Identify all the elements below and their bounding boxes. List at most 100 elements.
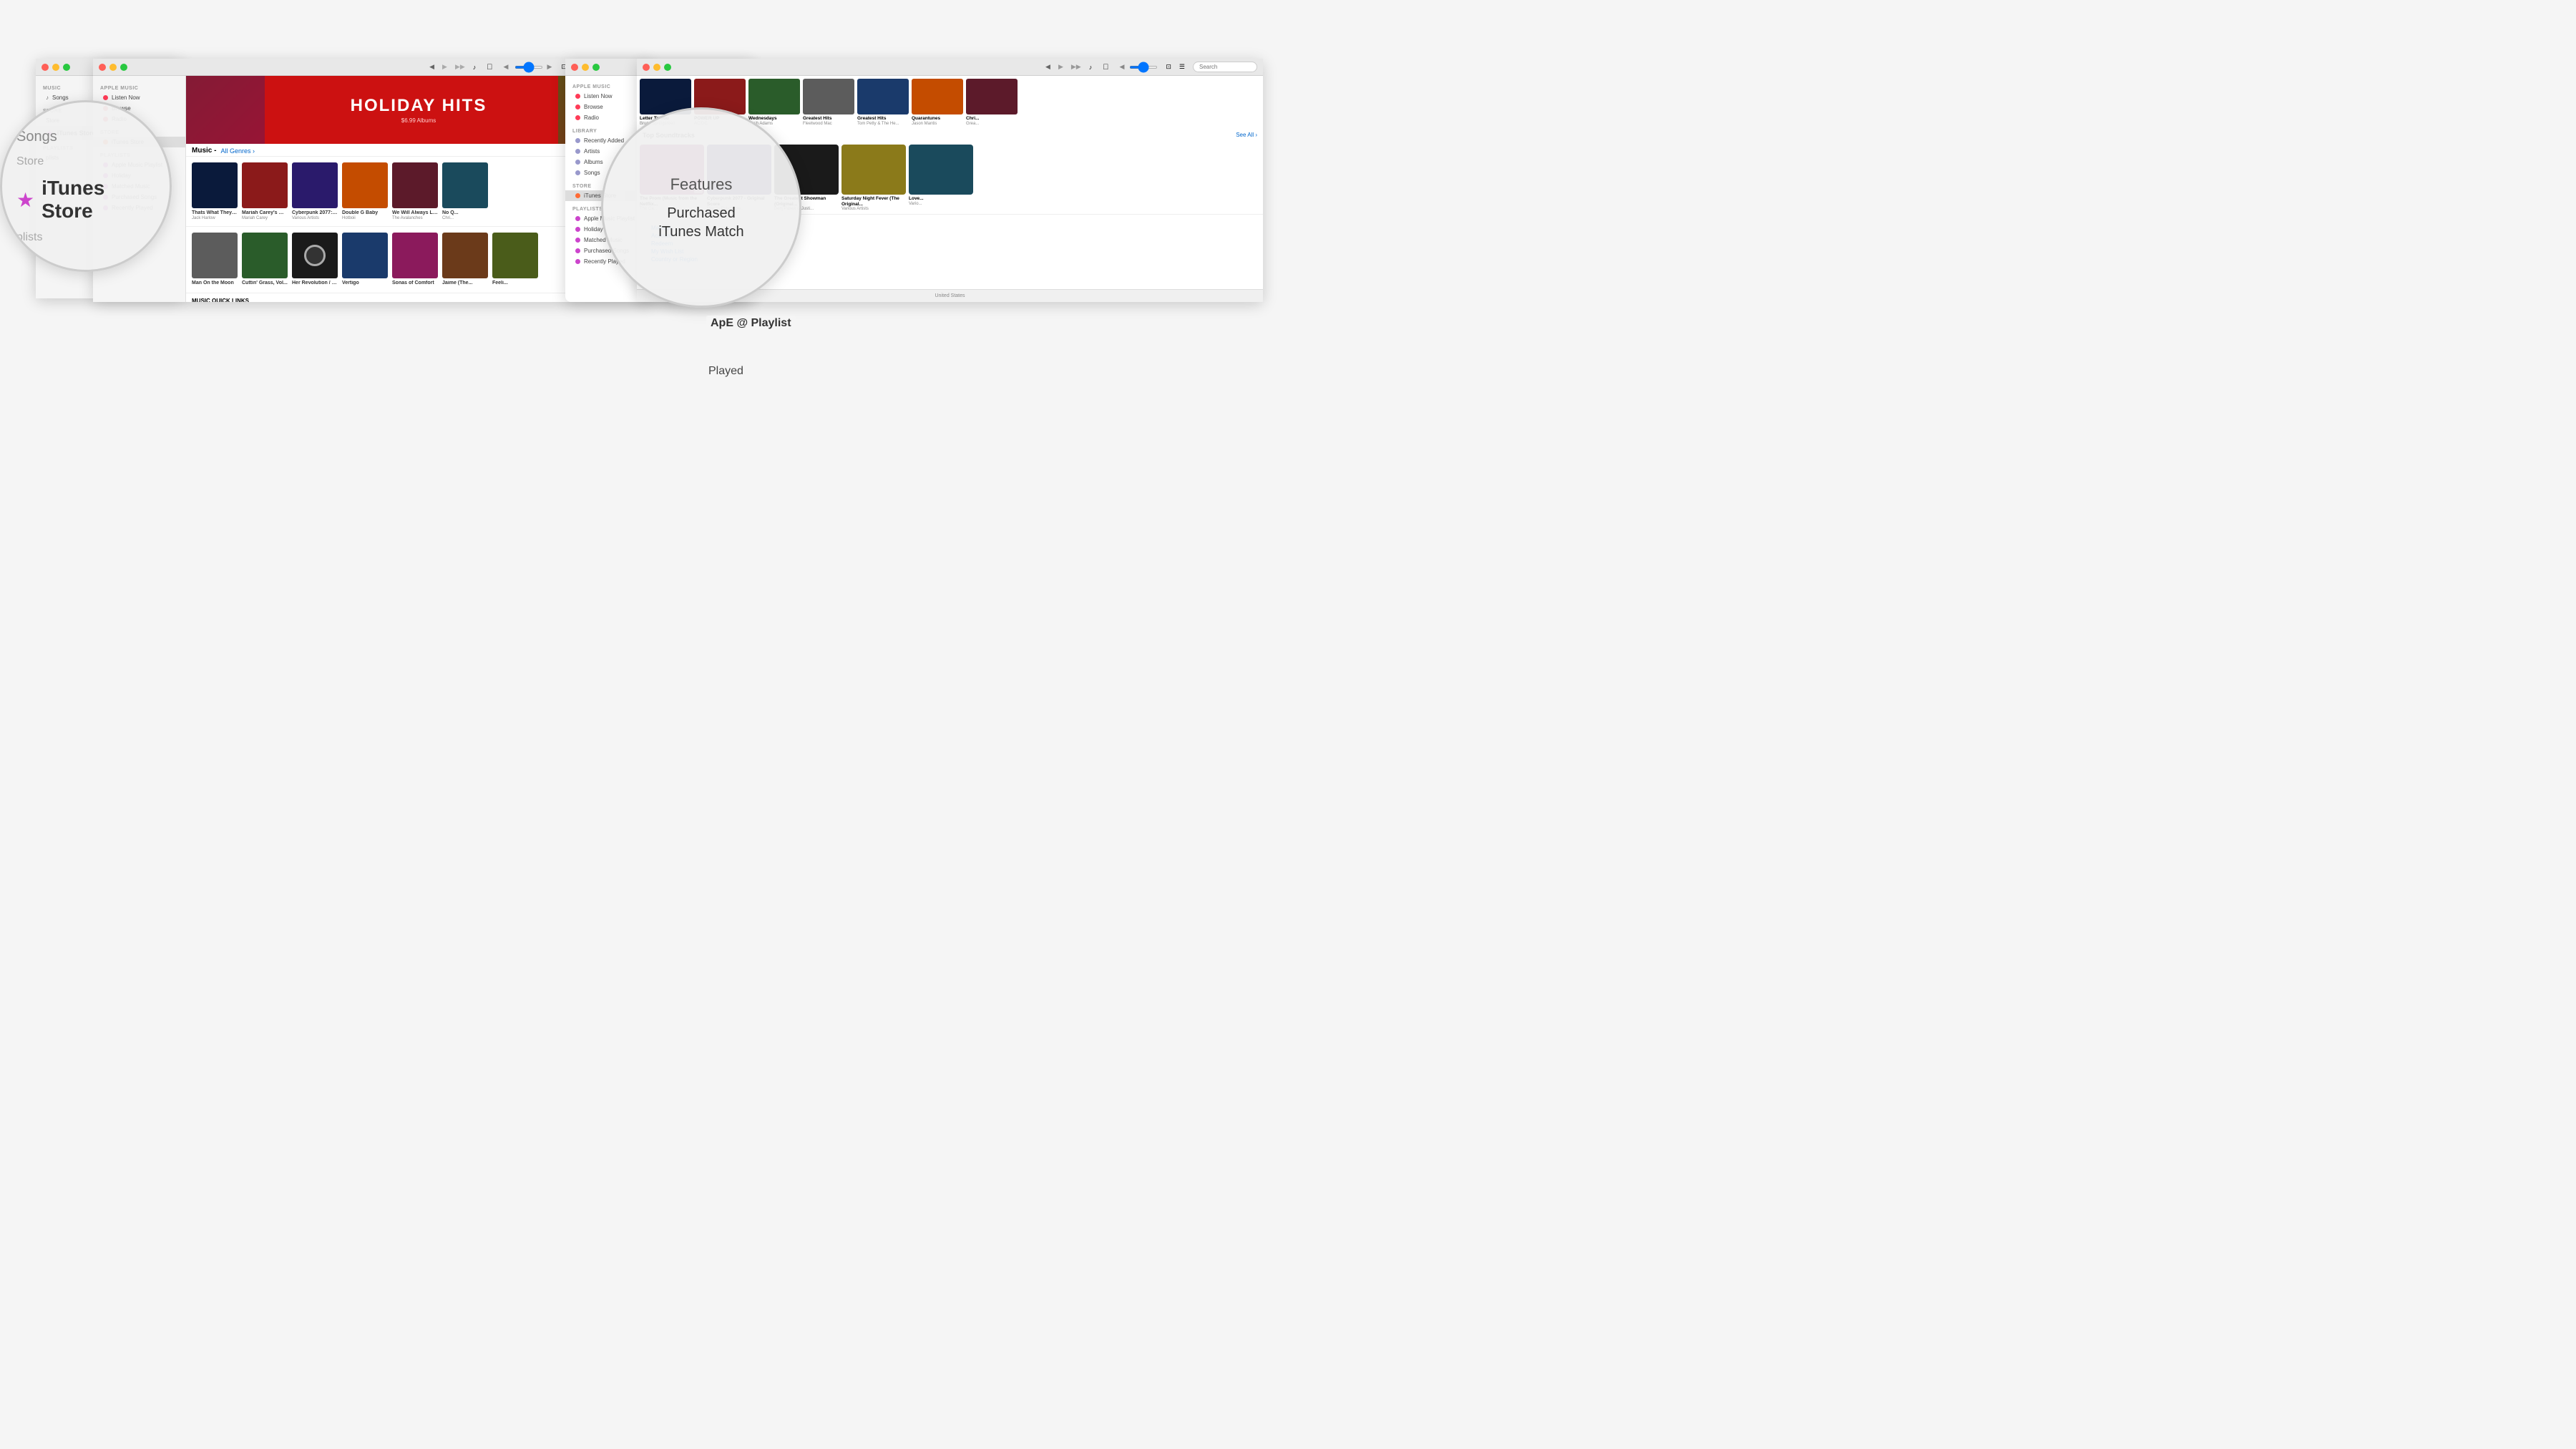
mag-songs-label: Songs — [16, 127, 57, 147]
back-icon-4[interactable]: ◀ — [1045, 63, 1050, 71]
recently-added-dot — [575, 138, 580, 143]
album-cover-9 — [292, 233, 338, 278]
albums-dot — [575, 160, 580, 165]
close-button-2[interactable] — [99, 64, 106, 71]
album-cover-2 — [242, 162, 288, 208]
soundtrack-love[interactable]: Love... Vario... — [909, 145, 973, 212]
minimize-button-3[interactable] — [582, 64, 589, 71]
see-all-soundtracks[interactable]: See All › — [1236, 132, 1257, 138]
mag-playlists-label: plists — [16, 230, 42, 245]
album-jaime[interactable]: Jaime (The... — [442, 233, 488, 286]
album-mariah-carey[interactable]: Mariah Carey's Magical Christmas... Mari… — [242, 162, 288, 220]
top-album-wednesdays[interactable]: Wednesdays Rush Adams — [748, 79, 800, 126]
volume-max-icon: ▶ — [547, 63, 552, 71]
all-genres[interactable]: All Genres › — [220, 147, 255, 155]
album-cover-6 — [442, 162, 488, 208]
mag-purchased-label: Purchased — [667, 203, 736, 224]
album-cover-11 — [392, 233, 438, 278]
top-album-chri[interactable]: Chri... Grea... — [966, 79, 1018, 126]
fwd-icon-4[interactable]: ▶ — [1058, 63, 1063, 71]
album-her-revolution[interactable]: Her Revolution / His... — [292, 233, 338, 286]
songs-dot — [575, 170, 580, 175]
minimize-button-2[interactable] — [109, 64, 117, 71]
holiday-sub: $6.99 Albums — [351, 117, 487, 124]
album-thats-what-they-all-say[interactable]: Thats What They All Say Jack Harlow — [192, 162, 238, 220]
browse-dot-3 — [575, 104, 580, 109]
album-man-on-moon[interactable]: Man On the Moon — [192, 233, 238, 286]
album-no-q[interactable]: No Q... Chri... — [442, 162, 488, 220]
ape-playlist-overlay: ApE @ Playlist — [706, 316, 796, 331]
maximize-button-3[interactable] — [592, 64, 600, 71]
album-cuttin-grass[interactable]: Cuttin' Grass, Vol... — [242, 233, 288, 286]
album-cyberpunk[interactable]: Cyberpunk 2077: Radio, Vol. 1... Various… — [292, 162, 338, 220]
album-cover-12 — [442, 233, 488, 278]
close-button-3[interactable] — [571, 64, 578, 71]
top-cover-4 — [803, 79, 854, 114]
skip-icon-4[interactable]: ▶▶ — [1071, 63, 1081, 71]
listen-now-dot — [103, 95, 108, 100]
apple-icon-4:  — [1103, 63, 1108, 72]
footer-country: United States — [935, 293, 965, 298]
music-note-icon-4: ♪ — [1089, 64, 1093, 71]
soundtrack-cover-5 — [909, 145, 973, 195]
maximize-button-2[interactable] — [120, 64, 127, 71]
top-cover-3 — [748, 79, 800, 114]
magnify-circle-right: Features Purchased iTunes Match — [601, 107, 801, 308]
album-cover-3 — [292, 162, 338, 208]
maximize-button-4[interactable] — [664, 64, 671, 71]
album-cover-13 — [492, 233, 538, 278]
maximize-button-1[interactable] — [63, 64, 70, 71]
top-cover-6 — [912, 79, 963, 114]
top-album-greatest-hits-tp[interactable]: Greatest Hits Tom Petty & The He... — [857, 79, 909, 126]
mag-right-content: Features Purchased iTunes Match — [603, 161, 799, 255]
top-album-quarantunes[interactable]: Quarantunes Jason Mantis — [912, 79, 963, 126]
search-input-4[interactable] — [1193, 62, 1257, 72]
volume-slider-4[interactable] — [1129, 66, 1158, 69]
close-button-4[interactable] — [643, 64, 650, 71]
top-cover-5 — [857, 79, 909, 114]
magnify-circle-left: Songs Store ★ iTunes Store plists — [0, 100, 172, 272]
app2-section-apple-music: Apple Music — [93, 80, 185, 92]
album-sonas-of-comfort[interactable]: Sonas of Comfort — [392, 233, 438, 286]
album-vertigo[interactable]: Vertigo — [342, 233, 388, 286]
sidebar-listen-now[interactable]: Listen Now — [93, 92, 185, 103]
album-cover-10 — [342, 233, 388, 278]
forward-icon[interactable]: ▶ — [442, 63, 447, 71]
mag-itunes-store-label: iTunes Store — [42, 177, 155, 223]
top-album-greatest-hits-fm[interactable]: Greatest Hits Fleetwood Mac — [803, 79, 854, 126]
holiday-title: HOLIDAY HITS — [351, 96, 487, 116]
minimize-button-4[interactable] — [653, 64, 660, 71]
airplay-icon-4[interactable]: ⊡ — [1166, 63, 1171, 71]
matched-dot — [575, 238, 580, 243]
album-cover-1 — [192, 162, 238, 208]
album-we-will-always[interactable]: We Will Always Love You The Avalanches — [392, 162, 438, 220]
music-note-icon: ♪ — [473, 64, 477, 71]
mag-star-icon: ★ — [16, 188, 34, 212]
album-feelin[interactable]: Feeli... — [492, 233, 538, 286]
purchased-dot — [575, 248, 580, 253]
soundtrack-saturday-night-fever[interactable]: Saturday Night Fever (The Original... Va… — [841, 145, 906, 212]
back-icon[interactable]: ◀ — [429, 63, 434, 71]
amp-dot — [575, 216, 580, 221]
artists-dot — [575, 149, 580, 154]
soundtrack-cover-4 — [841, 145, 906, 195]
music-heading: Music - — [192, 147, 216, 155]
album-cover-4 — [342, 162, 388, 208]
album-cover-7 — [192, 233, 238, 278]
store-dot-3 — [575, 193, 580, 198]
radio-dot-3 — [575, 115, 580, 120]
album-double-g-baby[interactable]: Double G Baby Hotboii — [342, 162, 388, 220]
album-cover-8 — [242, 233, 288, 278]
list-icon-4[interactable]: ☰ — [1179, 63, 1185, 71]
title-bar-4: ◀ ▶ ▶▶ ♪  ◀ ⊡ ☰ — [637, 59, 1263, 76]
mag-store-label: Store — [16, 154, 44, 170]
music-icon: ♪ — [46, 94, 49, 101]
volume-slider[interactable] — [514, 66, 543, 69]
close-button-1[interactable] — [42, 64, 49, 71]
skip-icon[interactable]: ▶▶ — [455, 63, 465, 71]
mag-itunes-match-label: iTunes Match — [658, 224, 743, 240]
album-cover-5 — [392, 162, 438, 208]
holiday-dot — [575, 227, 580, 232]
minimize-button-1[interactable] — [52, 64, 59, 71]
mag-features-label: Features — [670, 175, 733, 194]
